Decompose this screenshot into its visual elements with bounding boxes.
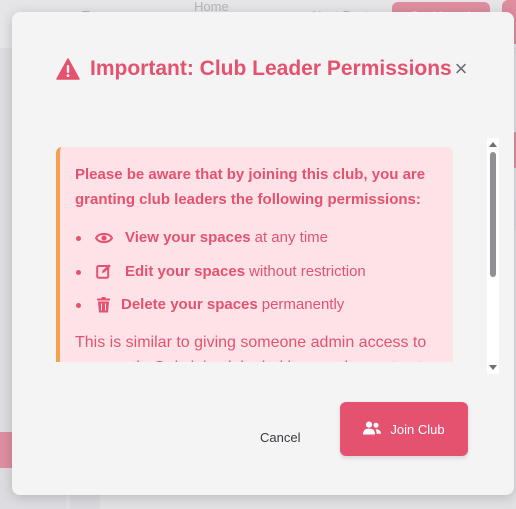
eye-icon: [95, 231, 113, 245]
permission-item-edit: Edit your spaces without restriction: [75, 255, 453, 289]
modal-header: Important: Club Leader Permissions: [56, 54, 452, 84]
join-club-label: Join Club: [390, 421, 445, 437]
cancel-button[interactable]: Cancel: [260, 430, 300, 445]
permission-item-view: View your spaces at any time: [75, 221, 453, 255]
modal-scrollbar[interactable]: [487, 138, 499, 374]
permissions-warning-box: Please be aware that by joining this clu…: [56, 147, 453, 362]
users-icon: [363, 421, 382, 438]
close-button[interactable]: ×: [451, 56, 471, 82]
trash-icon: [95, 296, 111, 313]
permission-strong: Edit your spaces: [125, 262, 246, 280]
scrollbar-thumb[interactable]: [490, 152, 496, 277]
scroll-down-arrow[interactable]: [489, 365, 497, 370]
permission-strong: Delete your spaces: [121, 296, 258, 314]
modal-title: Important: Club Leader Permissions: [90, 57, 452, 80]
scroll-up-arrow[interactable]: [489, 142, 497, 147]
permission-rest: permanently: [261, 296, 345, 314]
permission-strong: View your spaces: [125, 229, 251, 247]
permission-item-delete: Delete your spaces permanently: [75, 288, 453, 322]
warning-triangle-icon: [56, 58, 80, 80]
join-club-button[interactable]: Join Club: [340, 402, 468, 456]
permission-rest: at any time: [254, 229, 328, 247]
permission-rest: without restriction: [249, 262, 366, 280]
warning-intro: Please be aware that by joining this clu…: [75, 166, 426, 208]
permissions-modal: Important: Club Leader Permissions × Ple…: [12, 12, 514, 495]
edit-icon: [95, 263, 113, 280]
permissions-list: View your spaces at any time Edit your s…: [75, 221, 453, 322]
modal-scroll-region[interactable]: Please be aware that by joining this clu…: [56, 127, 476, 362]
warning-note: This is similar to giving someone admin …: [75, 333, 427, 363]
